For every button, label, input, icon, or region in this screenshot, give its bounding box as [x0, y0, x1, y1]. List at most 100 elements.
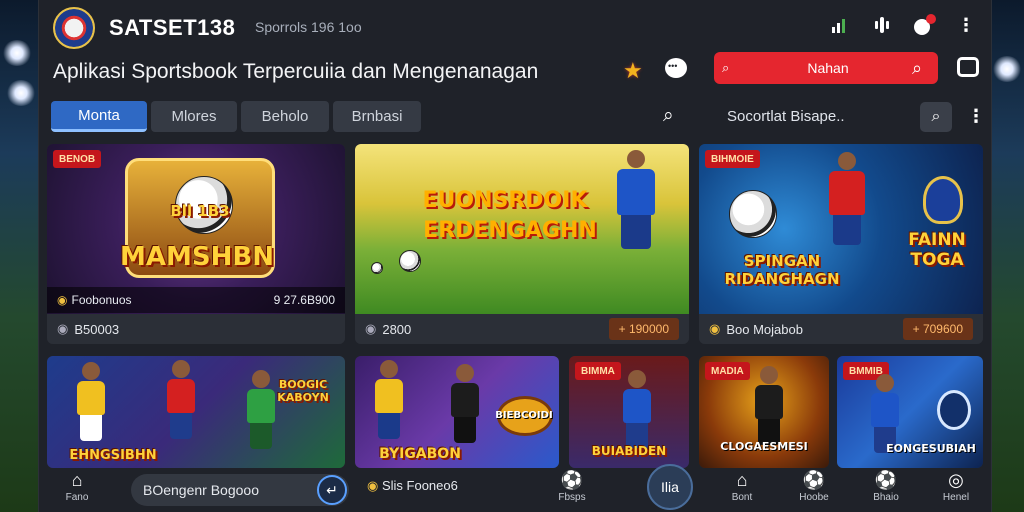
signal-icon[interactable]: [827, 12, 853, 38]
card-stat-left: Foobonuos: [71, 293, 132, 307]
tab-mlores[interactable]: Mlores: [151, 101, 237, 132]
card-title: MAMSHBN: [120, 242, 274, 272]
chat-icon[interactable]: [665, 58, 687, 78]
notification-icon[interactable]: [911, 12, 937, 38]
ball-icon: [371, 262, 383, 274]
nav-home[interactable]: ⌂ Fano: [57, 468, 97, 512]
card-title-2: SPINGAN RIDANGHAGN: [724, 252, 840, 288]
stadium-background-left: [0, 0, 40, 512]
wallet-icon[interactable]: [957, 57, 979, 77]
card-footer-value: 2800: [382, 321, 412, 337]
search-icon[interactable]: ⌕: [912, 58, 938, 79]
top-icons: ⋮: [827, 12, 979, 38]
card-title-2: ERDENGAGHN: [423, 218, 597, 243]
game-card-8[interactable]: BMMIB EONGESUBIAH: [837, 356, 983, 468]
card-stat-right: 9 27.6B900: [273, 293, 335, 307]
secondary-search-button[interactable]: ⌕: [920, 102, 952, 132]
card-badge: BIMMA: [575, 362, 621, 380]
search-small-icon: ⌕: [722, 60, 730, 75]
tab-bar: Monta Mlores Beholo Brnbasi: [51, 101, 421, 132]
more-menu-icon[interactable]: ⋮: [953, 12, 979, 38]
player-figure: [451, 364, 479, 443]
nav-item-3[interactable]: ⚽ Hoobe: [787, 468, 841, 512]
card-price[interactable]: + 709600: [902, 318, 973, 340]
card-art: EUONSRDOIK ERDENGAGHN: [355, 144, 689, 314]
audio-icon[interactable]: [869, 12, 895, 38]
game-card-4[interactable]: EHNGSIBHN BOOGIC KABOYN: [47, 356, 345, 468]
card-price[interactable]: + 190000: [608, 318, 679, 340]
game-card-2[interactable]: EUONSRDOIK ERDENGAGHN ◉ 2800 + 190000: [355, 144, 689, 344]
coin-icon: ◉: [57, 293, 68, 307]
card-footer-value: Boo Mojabob: [726, 321, 803, 337]
card-art: BMMIB EONGESUBIAH: [837, 356, 983, 468]
player-figure: [375, 360, 403, 439]
card-title: CLOGAESMESI: [720, 440, 808, 453]
card-badge: BENOB: [53, 150, 102, 168]
bottom-nav: ⌂ Fano BOengenr Bogooo ↵ ◉ Slis Fooneo6 …: [47, 464, 985, 512]
options-icon[interactable]: ⋮: [967, 106, 985, 127]
ball-icon: [729, 190, 777, 238]
app-window: SATSET138 Sporrols 196 1oo ⋮ Aplikasi Sp…: [38, 0, 992, 512]
home-icon: ⌂: [736, 470, 748, 490]
nav-item-label: Bont: [731, 492, 753, 503]
brand-logo[interactable]: [53, 7, 95, 49]
page-subtitle: Aplikasi Sportsbook Terpercuiia dan Meng…: [53, 60, 539, 83]
player-figure: [77, 362, 105, 441]
nav-item-2[interactable]: ⌂ Bont: [717, 468, 767, 512]
card-art: BIHMOIE FAINN TOGA SPINGAN RIDANGHAGN: [699, 144, 983, 314]
go-arrow-icon[interactable]: ↵: [317, 475, 347, 505]
card-title: BUIABIDEN: [591, 444, 667, 458]
ball-icon: ⚽: [802, 470, 826, 490]
card-title-2: BIEBCOIDI: [495, 410, 553, 421]
card-title: FAINN TOGA: [908, 230, 966, 270]
card-title-2: BOOGIC KABOYN: [277, 378, 329, 404]
game-card-5[interactable]: BIEBCOIDI BYIGABON: [355, 356, 559, 468]
search-icon[interactable]: ⌕: [663, 105, 674, 127]
card-art: BIEBCOIDI BYIGABON: [355, 356, 559, 468]
search-bar[interactable]: ⌕ Nahan ⌕: [714, 52, 938, 84]
nav-item-label: Bhaio: [873, 492, 899, 503]
player-figure: [617, 150, 655, 249]
card-title: EUONSRDOIK: [422, 188, 588, 213]
nav-item-1[interactable]: ⚽ Fbsps: [547, 468, 597, 512]
crest-icon: [937, 390, 971, 430]
center-fab-button[interactable]: Ilia: [647, 464, 693, 510]
card-footer: ◉ 2800 + 190000: [355, 314, 689, 344]
nav-item-label: Henel: [942, 492, 970, 503]
game-card-3[interactable]: BIHMOIE FAINN TOGA SPINGAN RIDANGHAGN ◉ …: [699, 144, 983, 344]
nav-item-4[interactable]: ⚽ Bhaio: [861, 468, 911, 512]
brand-meta: Sporrols 196 1oo: [255, 19, 362, 35]
card-footer-value: B50003: [74, 321, 120, 337]
card-art: MADIA CLOGAESMESI: [699, 356, 829, 468]
secondary-search-placeholder[interactable]: Socortlat Bisape..: [727, 108, 845, 125]
stadium-background-right: [990, 0, 1024, 512]
card-stat-row: ◉ Foobonuos 9 27.6B900: [47, 287, 345, 313]
card-title: EHNGSIBHN: [69, 448, 157, 463]
card-title-top: Bll 1B3: [170, 202, 230, 220]
player-figure: [755, 366, 783, 445]
bottom-bet-text: BOengenr Bogooo: [143, 482, 259, 498]
tab-brnbasi[interactable]: Brnbasi: [333, 101, 421, 132]
star-icon[interactable]: ★: [623, 58, 643, 84]
search-label: Nahan: [807, 60, 849, 76]
bottom-bet-field[interactable]: BOengenr Bogooo ↵: [131, 474, 349, 506]
card-title: EONGESUBIAH: [886, 442, 976, 455]
player-figure: [167, 360, 195, 439]
ball-icon: ⚽: [874, 470, 898, 490]
target-icon: ◎: [948, 470, 964, 490]
game-card-7[interactable]: MADIA CLOGAESMESI: [699, 356, 829, 468]
player-figure: [623, 370, 651, 449]
nav-item-5[interactable]: ◎ Henel: [931, 468, 981, 512]
brand-name: SATSET138: [109, 15, 236, 40]
game-card-6[interactable]: BIMMA BUIABIDEN: [569, 356, 689, 468]
top-bar: SATSET138 Sporrols 196 1oo ⋮: [39, 0, 993, 54]
tab-monta[interactable]: Monta: [51, 101, 147, 132]
card-art: EHNGSIBHN BOOGIC KABOYN: [47, 356, 345, 468]
card-footer: ◉ Boo Mojabob + 709600: [699, 314, 983, 344]
card-footer: ◉ B50003: [47, 314, 345, 344]
card-badge: BIHMOIE: [705, 150, 760, 168]
nav-item-label: Fbsps: [558, 492, 586, 503]
game-card-1[interactable]: BENOB Bll 1B3 MAMSHBN ◉ Foobonuos 9 27.6…: [47, 144, 345, 344]
bottom-mid-text: ◉ Slis Fooneo6: [367, 478, 458, 493]
tab-beholo[interactable]: Beholo: [241, 101, 329, 132]
